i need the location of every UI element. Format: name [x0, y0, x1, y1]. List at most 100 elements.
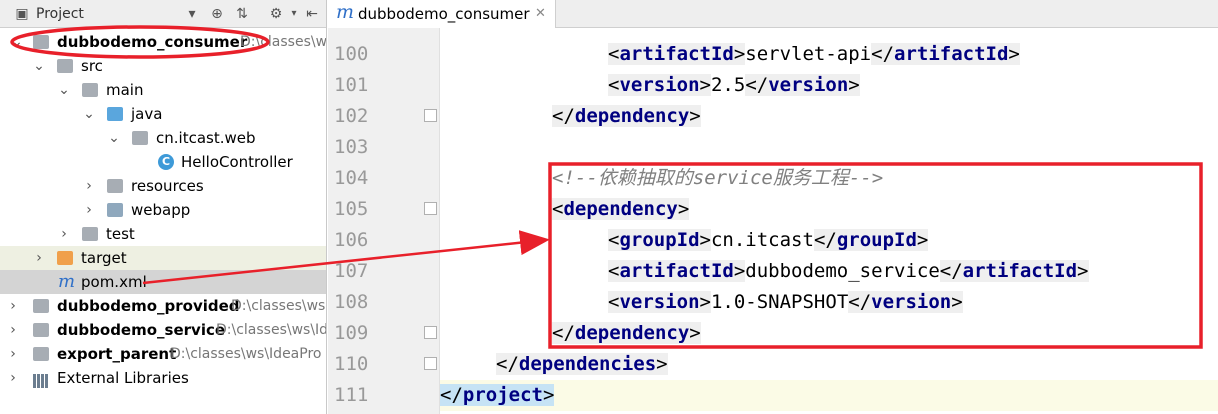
chevron-right-icon[interactable]: ›	[57, 222, 71, 246]
tree-item-label: java	[131, 105, 163, 123]
code-line-110: </dependencies>	[496, 353, 668, 375]
locate-icon[interactable]: ⊕	[209, 6, 225, 22]
code-line-100: <artifactId>servlet-api</artifactId>	[608, 43, 1020, 65]
project-view-icon: ▣	[15, 6, 29, 22]
module-folder-icon	[33, 323, 49, 337]
maven-icon: m	[336, 1, 355, 23]
line-number: 110	[334, 353, 369, 375]
settings-icon[interactable]: ⚙	[268, 6, 284, 22]
line-number: 105	[334, 198, 369, 220]
tree-item-resources[interactable]: › resources	[0, 174, 326, 198]
code-line-106: <groupId>cn.itcast</groupId>	[608, 229, 929, 251]
current-line-highlight	[440, 380, 1218, 411]
tree-item-label: export_parent	[57, 345, 177, 363]
line-number: 102	[334, 105, 369, 127]
line-number: 111	[334, 384, 369, 406]
tab-dubbodemo-consumer[interactable]: m dubbodemo_consumer ✕	[328, 0, 556, 28]
folder-icon	[82, 83, 98, 97]
line-number: 100	[334, 43, 369, 65]
library-icon	[33, 371, 49, 388]
module-folder-icon	[33, 347, 49, 361]
tree-item-dubbodemo-consumer[interactable]: ⌄ dubbodemo_consumer D:\classes\ws	[0, 30, 327, 54]
line-number: 106	[334, 229, 369, 251]
fold-icon[interactable]	[424, 202, 437, 215]
source-folder-icon	[107, 107, 123, 121]
dropdown-icon[interactable]: ▾	[184, 6, 200, 22]
chevron-right-icon[interactable]: ›	[6, 294, 20, 318]
tree-item-label: cn.itcast.web	[156, 129, 256, 147]
close-icon[interactable]: ✕	[535, 0, 546, 28]
tree-item-label: dubbodemo_provided	[57, 297, 240, 315]
tab-label: dubbodemo_consumer	[358, 5, 530, 23]
tree-item-label: dubbodemo_consumer	[57, 33, 248, 51]
tree-item-target[interactable]: › target	[0, 246, 326, 270]
tree-item-dubbodemo-service[interactable]: › dubbodemo_service D:\classes\ws\Id	[0, 318, 327, 342]
code-line-111: </project>	[440, 384, 555, 406]
tree-item-label: dubbodemo_service	[57, 321, 226, 339]
tree-item-export-parent[interactable]: › export_parent D:\classes\ws\IdeaPro	[0, 342, 326, 366]
fold-icon[interactable]	[424, 109, 437, 122]
tree-item-label: test	[106, 225, 135, 243]
hide-panel-icon[interactable]: ⇤	[304, 6, 320, 22]
tree-item-java[interactable]: ⌄ java	[0, 102, 326, 126]
tree-item-src[interactable]: ⌄ src	[0, 54, 326, 78]
tree-item-label: src	[81, 57, 103, 75]
tree-item-webapp[interactable]: › webapp	[0, 198, 326, 222]
module-path: D:\classes\ws	[231, 298, 326, 314]
code-line-102: </dependency>	[552, 105, 701, 127]
module-path: D:\classes\ws	[240, 34, 327, 50]
tree-item-main[interactable]: ⌄ main	[0, 78, 326, 102]
code-line-104: <!--依赖抽取的service服务工程-->	[552, 167, 884, 189]
tree-item-test[interactable]: › test	[0, 222, 326, 246]
code-line-105: <dependency>	[552, 198, 690, 220]
tree-item-dubbodemo-provided[interactable]: › dubbodemo_provided D:\classes\ws	[0, 294, 326, 318]
tree-item-label: pom.xml	[81, 273, 147, 291]
chevron-down-icon[interactable]: ⌄	[107, 126, 121, 150]
settings-dropdown-icon[interactable]: ▾	[286, 6, 302, 22]
folder-icon	[82, 227, 98, 241]
code-editor[interactable]: <artifactId>servlet-api</artifactId> <ve…	[440, 28, 1218, 414]
web-folder-icon	[107, 203, 123, 217]
tree-item-pom-xml[interactable]: m pom.xml	[0, 270, 326, 294]
chevron-right-icon[interactable]: ›	[6, 366, 20, 390]
project-panel: ▣ Project ▾ ⊕ ⇅ ⚙ ▾ ⇤ ⌄ dubbodemo_consum…	[0, 0, 327, 414]
module-path: D:\classes\ws\Id	[216, 322, 327, 338]
maven-icon: m	[58, 271, 76, 292]
chevron-down-icon[interactable]: ⌄	[57, 78, 71, 102]
folder-icon	[57, 59, 73, 73]
tree-item-label: resources	[131, 177, 204, 195]
editor-tab-bar: m dubbodemo_consumer ✕	[328, 0, 1218, 28]
tree-item-package[interactable]: ⌄ cn.itcast.web	[0, 126, 326, 150]
code-line-107: <artifactId>dubbodemo_service</artifactI…	[608, 260, 1089, 282]
tree-item-hellocontroller[interactable]: C HelloController	[0, 150, 326, 174]
line-number: 107	[334, 260, 369, 282]
tree-item-label: HelloController	[181, 153, 293, 171]
fold-icon[interactable]	[424, 326, 437, 339]
chevron-right-icon[interactable]: ›	[6, 318, 20, 342]
chevron-down-icon[interactable]: ⌄	[32, 54, 46, 78]
package-icon	[132, 131, 148, 145]
excluded-folder-icon	[57, 251, 73, 265]
chevron-right-icon[interactable]: ›	[32, 246, 46, 270]
tree-item-label: webapp	[131, 201, 191, 219]
chevron-right-icon[interactable]: ›	[82, 198, 96, 222]
line-number: 101	[334, 74, 369, 96]
code-line-109: </dependency>	[552, 322, 701, 344]
tree-item-label: target	[81, 249, 127, 267]
code-line-101: <version>2.5</version>	[608, 74, 860, 96]
line-number: 108	[334, 291, 369, 313]
resources-folder-icon	[107, 179, 123, 193]
tree-item-external-libraries[interactable]: › External Libraries	[0, 366, 326, 390]
fold-icon[interactable]	[424, 357, 437, 370]
class-icon: C	[158, 154, 174, 170]
tree-item-label: External Libraries	[57, 369, 189, 387]
chevron-right-icon[interactable]: ›	[82, 174, 96, 198]
chevron-down-icon[interactable]: ⌄	[10, 30, 24, 54]
chevron-down-icon[interactable]: ⌄	[82, 102, 96, 126]
line-number: 109	[334, 322, 369, 344]
chevron-right-icon[interactable]: ›	[6, 342, 20, 366]
tree-item-label: main	[106, 81, 144, 99]
project-toolbar: ▣ Project ▾ ⊕ ⇅ ⚙ ▾ ⇤	[0, 0, 326, 28]
project-view-label[interactable]: Project	[36, 0, 84, 28]
collapse-all-icon[interactable]: ⇅	[234, 6, 250, 22]
